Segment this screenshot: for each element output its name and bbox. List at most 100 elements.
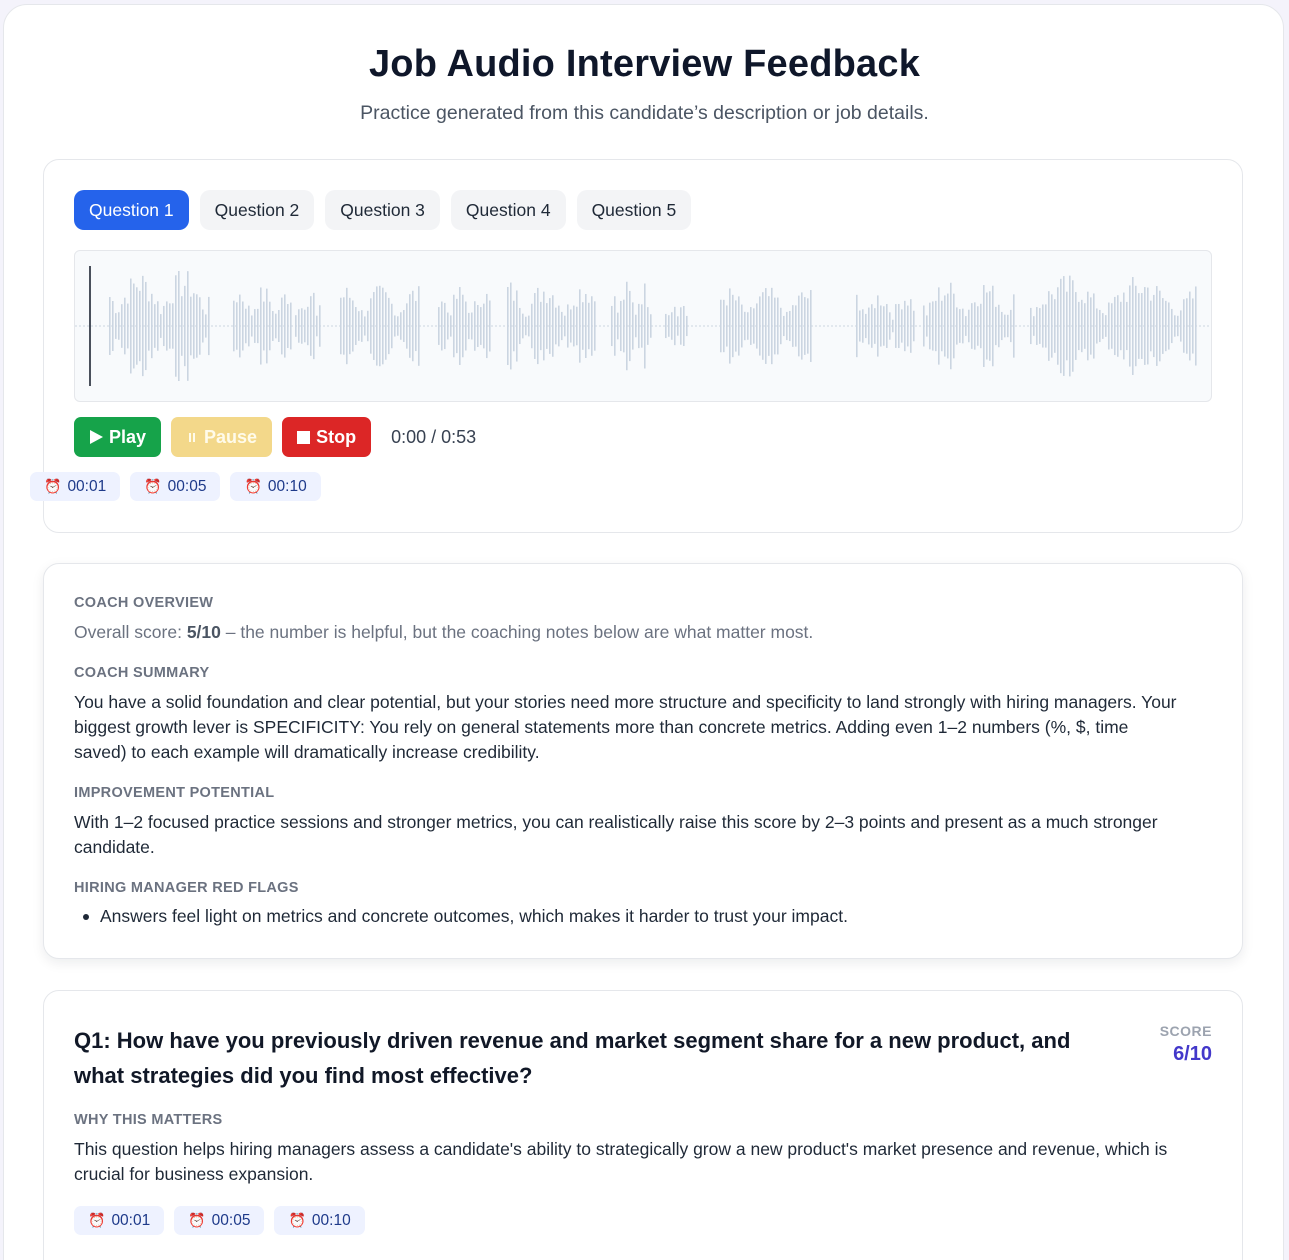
waveform-bar — [181, 296, 183, 356]
waveform-bar — [459, 287, 461, 365]
alarm-clock-icon: ⏰ — [44, 478, 62, 494]
waveform-bar — [1093, 293, 1095, 359]
waveform-bar — [543, 291, 545, 361]
tab-question-2[interactable]: Question 2 — [199, 190, 315, 230]
waveform-bar — [1177, 315, 1179, 337]
why-this-matters-label: WHY THIS MATTERS — [74, 1112, 223, 1128]
waveform-bar — [807, 298, 809, 354]
waveform-bar — [1090, 297, 1092, 355]
waveform-bar — [874, 308, 876, 344]
waveform-bar — [456, 298, 458, 354]
waveform-bar — [1144, 287, 1146, 365]
waveform-bar — [1054, 299, 1056, 353]
waveform-bar — [986, 292, 988, 360]
tab-question-3[interactable]: Question 3 — [325, 190, 440, 230]
tab-question-4[interactable]: Question 4 — [450, 190, 566, 230]
timestamp-chip[interactable]: ⏰ 00:05 — [174, 1206, 265, 1235]
timestamp-chip[interactable]: ⏰ 00:10 — [230, 472, 321, 501]
waveform-bar — [278, 309, 280, 343]
waveform-bar — [671, 312, 673, 340]
tab-question-5[interactable]: Question 5 — [576, 190, 692, 230]
waveform-bar — [735, 300, 737, 352]
alarm-clock-icon: ⏰ — [288, 1212, 306, 1228]
waveform-bar — [792, 305, 794, 347]
waveform-bar — [355, 307, 357, 345]
overview-suffix: – the number is helpful, but the coachin… — [220, 622, 814, 642]
tab-question-1[interactable]: Question 1 — [74, 190, 189, 230]
waveform-bar — [1156, 286, 1158, 366]
timestamp-label: 00:05 — [167, 477, 207, 495]
waveform-bar — [489, 300, 491, 352]
waveform-bar — [1180, 310, 1182, 342]
waveform-bar — [756, 303, 758, 349]
waveform-bar — [929, 302, 931, 350]
waveform-bar — [1189, 291, 1191, 361]
waveform-bar — [1013, 294, 1015, 358]
waveform-bar — [516, 290, 518, 362]
waveform-bar — [1075, 292, 1077, 360]
waveform-bar — [130, 278, 132, 374]
waveform-bar — [1063, 276, 1065, 376]
waveform-bar — [1108, 302, 1110, 350]
waveform-bar — [1147, 287, 1149, 365]
timestamp-chip[interactable]: ⏰ 00:01 — [30, 472, 121, 501]
waveform-bar — [522, 313, 524, 339]
why-this-matters-text: This question helps hiring managers asse… — [74, 1139, 1168, 1184]
waveform-bar — [620, 300, 622, 352]
waveform-bar — [187, 271, 189, 381]
waveform-bar — [953, 293, 955, 359]
waveform-bar — [382, 287, 384, 365]
waveform-bar — [992, 285, 994, 367]
waveform-bar — [379, 285, 381, 367]
waveform-bar — [765, 288, 767, 364]
waveform-bar — [1129, 285, 1131, 367]
waveform-bar — [804, 297, 806, 355]
waveform-bar — [868, 307, 870, 345]
audio-waveform[interactable] — [74, 250, 1212, 402]
timestamp-chip[interactable]: ⏰ 00:01 — [74, 1206, 165, 1235]
question-title: Q1: How have you previously driven reven… — [74, 1028, 1071, 1088]
question-feedback-card: Q1: How have you previously driven reven… — [43, 990, 1243, 1260]
timestamp-chip[interactable]: ⏰ 00:05 — [130, 472, 221, 501]
waveform-bar — [418, 286, 420, 366]
waveform-bar — [965, 316, 967, 336]
waveform-bar — [1084, 303, 1086, 349]
waveform-bar — [1039, 308, 1041, 344]
waveform-bar — [1153, 294, 1155, 358]
waveform-bar — [865, 313, 867, 339]
waveform-bar — [205, 314, 207, 338]
timestamp-chip[interactable]: ⏰ 00:10 — [274, 1206, 365, 1235]
timestamp-label: 00:10 — [311, 1211, 351, 1229]
waveform-bar — [585, 293, 587, 359]
waveform-bar — [777, 297, 779, 355]
waveform-bar — [947, 293, 949, 359]
waveform-bar — [139, 290, 141, 362]
waveform-bar — [124, 297, 126, 355]
waveform-bar — [1162, 298, 1164, 354]
waveform-bar — [142, 275, 144, 377]
play-button[interactable]: Play — [74, 417, 162, 457]
waveform-bar — [1123, 292, 1125, 360]
waveform-bar — [898, 303, 900, 349]
waveform-bar — [762, 292, 764, 360]
waveform-bar — [594, 301, 596, 351]
waveform-bar — [570, 309, 572, 343]
waveform-bar — [617, 312, 619, 340]
page-subtitle: Practice generated from this candidate’s… — [360, 102, 929, 124]
pause-button[interactable]: Pause — [171, 417, 273, 457]
waveform-bar — [1126, 301, 1128, 351]
waveform-bar — [1051, 294, 1053, 358]
waveform-bar — [573, 305, 575, 347]
waveform-bar — [109, 297, 111, 355]
waveform-bar — [160, 314, 162, 338]
waveform-bar — [298, 309, 300, 343]
waveform-bar — [989, 291, 991, 361]
timestamp-label: 00:01 — [67, 477, 107, 495]
waveform-bar — [726, 305, 728, 347]
waveform-bar — [352, 300, 354, 352]
stop-button[interactable]: Stop — [282, 417, 372, 457]
waveform-bar — [272, 311, 274, 341]
waveform-bar — [723, 299, 725, 353]
waveform-bar — [555, 307, 557, 345]
waveform-bar — [558, 305, 560, 347]
